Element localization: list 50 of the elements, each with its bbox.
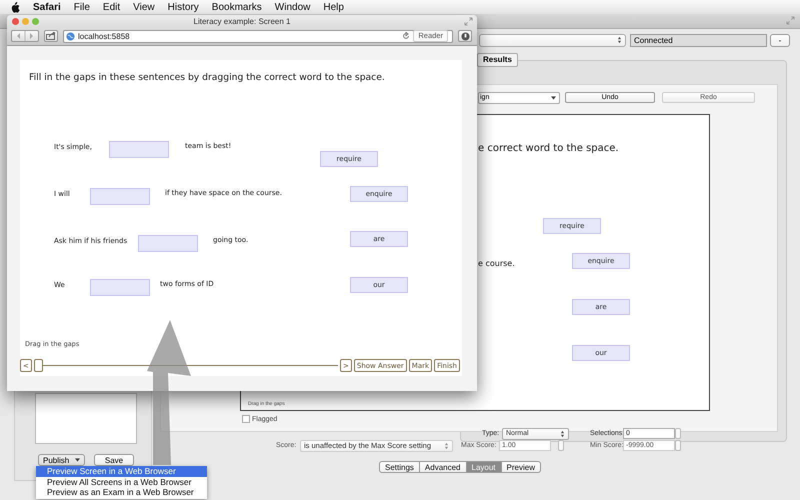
zoom-button[interactable] [32,18,39,25]
screen-list[interactable] [35,393,137,444]
menu-item[interactable]: Bookmarks [212,2,262,12]
menu-item[interactable]: Window [274,2,310,12]
save-button[interactable]: Save [94,454,134,466]
minimize-button[interactable] [22,18,29,25]
menu-item[interactable]: Preview All Screens in a Web Browser [36,476,207,487]
menu-item[interactable]: Help [323,2,344,12]
results-tab[interactable]: Results [477,53,518,67]
stepper[interactable] [675,428,681,439]
gap-field[interactable] [138,235,198,252]
view-tab[interactable]: Settings [379,461,420,473]
close-button[interactable] [12,18,19,25]
fullscreen-icon[interactable] [786,16,795,25]
gap-field[interactable] [109,141,169,158]
fullscreen-icon[interactable] [464,17,473,26]
caret-icon [75,458,80,462]
apple-icon[interactable] [10,2,20,12]
menu-item[interactable]: Safari [33,2,61,12]
sentence-text: e course. [478,259,515,268]
flagged-checkbox[interactable] [242,415,250,423]
instruction-text: Fill in the gaps in these sentences by dragging the correct word to the space. [29,72,385,83]
instruction-text: e correct word to the space. [478,143,619,154]
status-field: Connected [630,34,767,47]
download-button[interactable] [458,30,472,42]
updown-arrows-icon [444,442,449,450]
menu-item[interactable]: History [168,2,199,12]
share-button[interactable] [44,30,58,42]
menu-item[interactable]: View [133,2,155,12]
gap-field[interactable] [90,279,150,296]
minus-button[interactable]: - [770,34,790,47]
caret-icon [551,96,556,100]
menu-item[interactable]: Preview as an Exam in a Web Browser [36,487,207,498]
menu-item[interactable]: File [74,2,90,12]
menu-item[interactable]: Preview Screen in a Web Browser [36,466,207,476]
back-forward-buttons[interactable] [11,30,39,42]
stepper[interactable] [558,440,564,451]
gap-field[interactable] [90,188,150,205]
globe-icon [66,32,75,40]
view-tab[interactable]: Advanced [420,461,466,473]
dropdown[interactable] [479,34,626,47]
publish-button[interactable]: Publish [38,454,86,466]
stepper[interactable] [675,440,681,451]
view-tab[interactable]: Preview [502,461,541,473]
menu-item[interactable]: Edit [102,2,120,12]
updown-arrows-icon [560,430,565,438]
window-title: Literacy example: Screen 1 [194,17,290,26]
updown-arrows-icon [617,36,622,44]
reload-icon[interactable] [402,32,410,40]
slider-thumb[interactable] [34,359,43,372]
